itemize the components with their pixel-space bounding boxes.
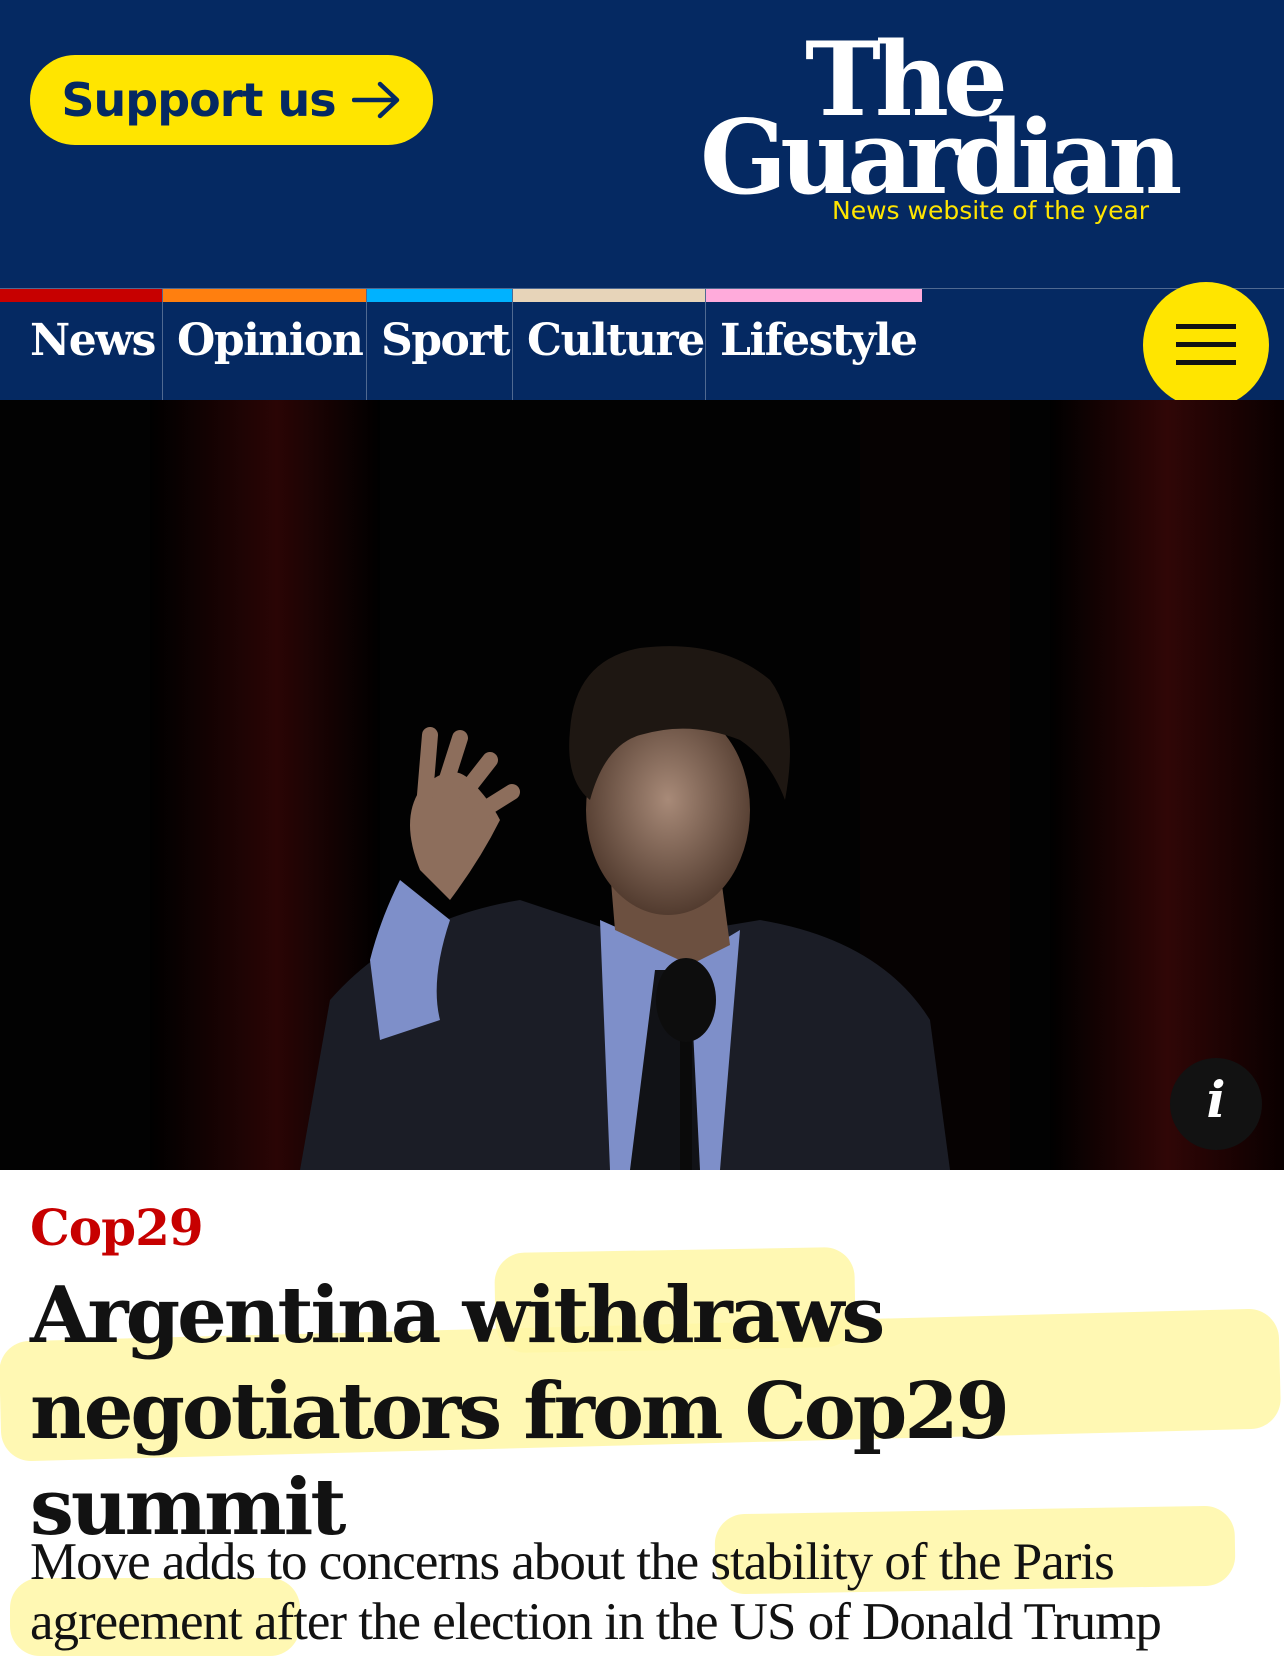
nav-item-label: Opinion [177, 315, 364, 366]
info-icon: i [1206, 1070, 1226, 1129]
nav-item-news[interactable]: News [0, 289, 163, 400]
support-us-label: Support us [61, 73, 336, 127]
nav-item-label: News [30, 315, 156, 366]
arrow-right-icon [351, 81, 399, 119]
guardian-logo[interactable]: The Guardian News website of the year [700, 29, 1240, 230]
nav-item-opinion[interactable]: Opinion [163, 289, 367, 400]
nav-lifestyle-color-bar [706, 289, 922, 302]
hero-photo [0, 400, 1284, 1170]
nav-item-label: Culture [527, 315, 705, 366]
nav-sport-color-bar [367, 289, 512, 302]
article-headline: Argentina withdraws negotiators from Cop… [30, 1270, 1010, 1553]
logo-tagline: News website of the year [832, 196, 1150, 225]
hamburger-menu-icon [1176, 324, 1236, 365]
nav-culture-color-bar [513, 289, 705, 302]
image-info-button[interactable]: i [1170, 1058, 1262, 1150]
menu-button[interactable] [1143, 282, 1269, 408]
nav-opinion-color-bar [163, 289, 366, 302]
nav-item-label: Sport [381, 315, 510, 366]
nav-item-sport[interactable]: Sport [367, 289, 513, 400]
main-nav: News Opinion Sport Culture Lifestyle [0, 288, 1284, 400]
section-kicker[interactable]: Cop29 [30, 1198, 204, 1257]
nav-item-label: Lifestyle [720, 315, 918, 366]
logo-guardian: Guardian [700, 98, 1182, 218]
nav-news-color-bar [0, 289, 162, 302]
speaker-photo-illustration [0, 400, 1284, 1170]
support-us-button[interactable]: Support us [30, 55, 433, 145]
nav-item-culture[interactable]: Culture [513, 289, 706, 400]
article-standfirst: Move adds to concerns about the stabilit… [30, 1533, 1162, 1651]
nav-item-lifestyle[interactable]: Lifestyle [706, 289, 922, 400]
masthead: Support us The Guardian News website of … [0, 0, 1284, 288]
